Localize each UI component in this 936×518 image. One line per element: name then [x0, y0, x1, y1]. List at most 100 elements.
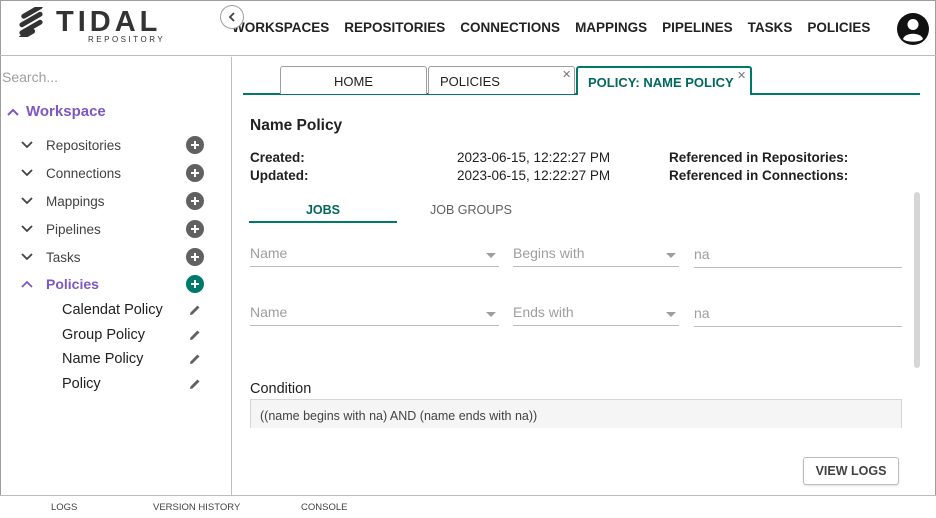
account-circle-icon[interactable] [896, 12, 930, 46]
workspace-label: Workspace [26, 103, 106, 120]
nav-repositories[interactable]: REPOSITORIES [344, 20, 445, 35]
policy-list-item[interactable]: Name Policy [62, 348, 210, 370]
main-nav: WORKSPACES REPOSITORIES CONNECTIONS MAPP… [232, 20, 885, 35]
created-label: Created: [250, 150, 305, 165]
condition-box: ((name begins with na) AND (name ends wi… [250, 399, 902, 429]
tab-policies[interactable]: POLICIES ✕ [428, 66, 575, 94]
close-icon[interactable]: ✕ [562, 68, 571, 81]
plus-icon [191, 280, 199, 288]
plus-icon [191, 225, 199, 233]
add-mapping-button[interactable] [186, 192, 204, 210]
nav-mappings[interactable]: MAPPINGS [575, 20, 647, 35]
view-logs-button[interactable]: VIEW LOGS [803, 457, 899, 485]
sidebar-item-label: Repositories [46, 137, 122, 153]
created-value: 2023-06-15, 12:22:27 PM [457, 150, 611, 165]
policy-list-item[interactable]: Calendat Policy [62, 299, 210, 321]
nav-pipelines[interactable]: PIPELINES [662, 20, 733, 35]
rule-field-select[interactable]: Name [250, 243, 499, 267]
condition-text: ((name begins with na) AND (name ends wi… [260, 409, 538, 423]
pencil-icon[interactable] [188, 328, 202, 342]
add-task-button[interactable] [186, 248, 204, 266]
tab-label: POLICY: NAME POLICY [588, 75, 734, 90]
policy-name: Policy [62, 376, 101, 392]
rule-operator-select[interactable]: Ends with [513, 302, 679, 326]
chevron-down-icon [21, 197, 33, 205]
nav-connections[interactable]: CONNECTIONS [460, 20, 560, 35]
rule-value-input[interactable]: na [694, 303, 902, 327]
plus-icon [191, 197, 199, 205]
rule-operator-value: Begins with [513, 245, 585, 261]
brand-subtitle: REPOSITORY [88, 35, 166, 44]
pencil-icon[interactable] [188, 377, 202, 391]
tab-label: POLICIES [440, 74, 500, 89]
rule-value-text: na [694, 246, 710, 262]
sidebar-item-policies[interactable]: Policies [20, 272, 210, 296]
add-repository-button[interactable] [186, 136, 204, 154]
sidebar-item-tasks[interactable]: Tasks [20, 245, 210, 269]
workspace-toggle[interactable]: Workspace [6, 103, 106, 120]
sidebar-item-label: Connections [46, 165, 122, 181]
sidebar-item-connections[interactable]: Connections [20, 161, 210, 185]
add-pipeline-button[interactable] [186, 220, 204, 238]
tidal-stripes-logo-icon [18, 7, 43, 37]
plus-icon [191, 141, 199, 149]
policy-list-item[interactable]: Policy [62, 373, 210, 395]
chevron-left-icon [228, 12, 235, 22]
condition-label: Condition [250, 381, 312, 397]
rule-value-input[interactable]: na [694, 244, 902, 268]
sidebar-item-label: Pipelines [46, 221, 101, 237]
subtab-job-groups[interactable]: JOB GROUPS [397, 203, 545, 223]
nav-policies[interactable]: POLICIES [807, 20, 870, 35]
add-policy-button[interactable] [186, 275, 204, 293]
dropdown-caret-icon [666, 253, 676, 258]
pencil-icon[interactable] [188, 303, 202, 317]
sidebar-item-label: Mappings [46, 193, 105, 209]
sidebar-item-pipelines[interactable]: Pipelines [20, 217, 210, 241]
nav-workspaces[interactable]: WORKSPACES [232, 20, 329, 35]
page-title: Name Policy [250, 117, 343, 134]
brand-logo[interactable]: TIDAL REPOSITORY [16, 6, 163, 46]
search-input[interactable] [2, 69, 202, 85]
chevron-down-icon [21, 253, 33, 261]
chevron-up-icon [21, 280, 33, 288]
subtab-jobs[interactable]: JOBS [249, 203, 397, 223]
referenced-repositories-label: Referenced in Repositories: [669, 150, 849, 165]
chevron-up-icon [7, 108, 19, 116]
footer-version-history[interactable]: VERSION HISTORY [153, 502, 240, 513]
sidebar-item-label: Tasks [46, 249, 81, 265]
add-connection-button[interactable] [186, 164, 204, 182]
rule-operator-value: Ends with [513, 304, 574, 320]
rule-field-value: Name [250, 245, 288, 261]
rule-operator-select[interactable]: Begins with [513, 243, 679, 267]
dropdown-caret-icon [486, 312, 496, 317]
tab-policy-name-policy[interactable]: POLICY: NAME POLICY ✕ [576, 66, 752, 95]
top-header: TIDAL REPOSITORY WORKSPACES REPOSITORIES… [0, 0, 936, 56]
updated-label: Updated: [250, 168, 309, 183]
sidebar-item-mappings[interactable]: Mappings [20, 189, 210, 213]
updated-value: 2023-06-15, 12:22:27 PM [457, 168, 611, 183]
referenced-connections-label: Referenced in Connections: [669, 168, 849, 183]
footer-logs[interactable]: LOGS [51, 502, 77, 513]
tab-home[interactable]: HOME [280, 66, 427, 94]
chevron-down-icon [21, 225, 33, 233]
dropdown-caret-icon [666, 312, 676, 317]
collapse-sidebar-button[interactable] [220, 5, 244, 29]
policy-list-item[interactable]: Group Policy [62, 324, 210, 346]
sidebar: Workspace Repositories Connections Mappi… [0, 57, 232, 495]
nav-tasks[interactable]: TASKS [748, 20, 793, 35]
sidebar-item-label: Policies [46, 276, 99, 292]
scrollbar-thumb[interactable] [914, 192, 920, 368]
pencil-icon[interactable] [188, 352, 202, 366]
sidebar-item-repositories[interactable]: Repositories [20, 133, 210, 157]
tab-label: HOME [334, 74, 373, 89]
policy-name: Calendat Policy [62, 302, 163, 318]
content-clip [243, 428, 920, 438]
rule-value-text: na [694, 305, 710, 321]
chevron-down-icon [21, 141, 33, 149]
policy-name: Name Policy [62, 351, 144, 367]
plus-icon [191, 169, 199, 177]
close-icon[interactable]: ✕ [737, 69, 746, 82]
rule-field-select[interactable]: Name [250, 302, 499, 326]
footer-console[interactable]: CONSOLE [301, 502, 347, 513]
plus-icon [191, 253, 199, 261]
